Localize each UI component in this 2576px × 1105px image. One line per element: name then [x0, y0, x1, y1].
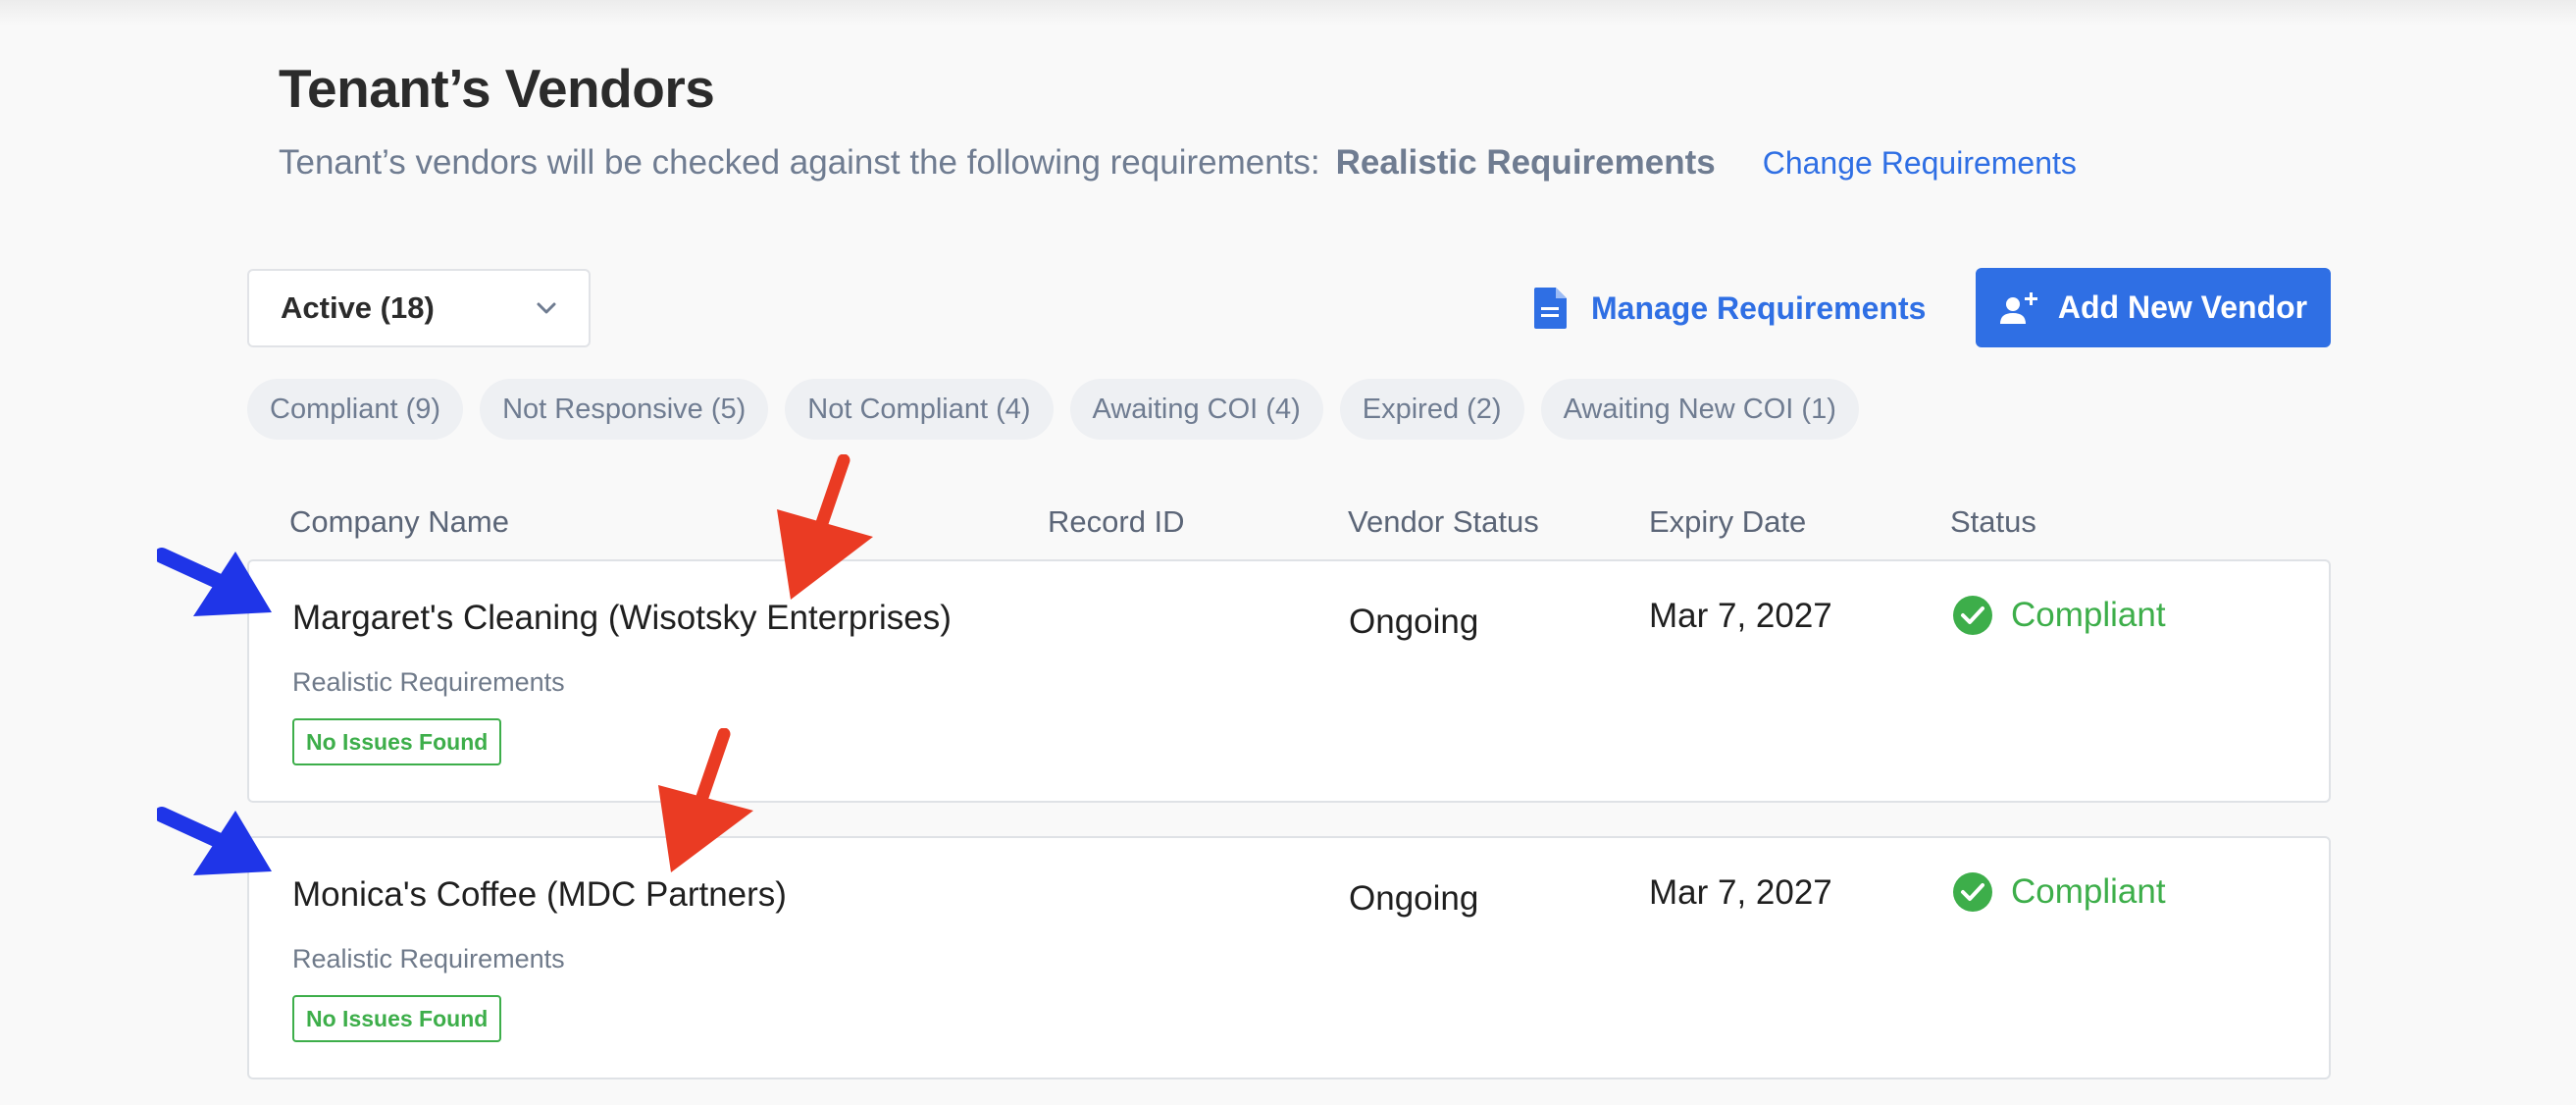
status-select-value: Active (18): [281, 290, 435, 325]
add-person-icon: [1999, 291, 2037, 324]
no-issues-badge: No Issues Found: [292, 995, 502, 1042]
vendor-requirements: Realistic Requirements: [292, 944, 565, 973]
blue-arrow-icon: [157, 807, 272, 875]
manage-requirements-button[interactable]: Manage Requirements: [1532, 283, 1926, 334]
compliance-status: Compliant: [1952, 871, 2166, 913]
page-title: Tenant’s Vendors: [279, 58, 715, 119]
status-select[interactable]: Active (18): [247, 269, 591, 347]
filter-chip-not-compliant[interactable]: Not Compliant (4): [785, 379, 1054, 440]
add-new-vendor-button[interactable]: Add New Vendor: [1976, 268, 2331, 347]
filter-chip-awaiting-coi[interactable]: Awaiting COI (4): [1069, 379, 1323, 440]
column-header-vendor-status[interactable]: Vendor Status: [1348, 504, 1539, 540]
status-label: Compliant: [2011, 596, 2166, 634]
manage-requirements-label: Manage Requirements: [1591, 289, 1927, 326]
change-requirements-link[interactable]: Change Requirements: [1763, 145, 2077, 182]
filter-chip-compliant[interactable]: Compliant (9): [247, 379, 464, 440]
requirements-subtitle: Tenant’s vendors will be checked against…: [279, 143, 2077, 183]
top-shadow: [0, 0, 2576, 26]
red-arrow-icon: [777, 454, 873, 600]
no-issues-badge: No Issues Found: [292, 718, 502, 765]
company-name[interactable]: Monica's Coffee (MDC Partners): [292, 875, 787, 915]
red-arrow-icon: [658, 728, 753, 872]
column-header-company-name[interactable]: Company Name: [289, 504, 509, 540]
column-header-expiry-date[interactable]: Expiry Date: [1649, 504, 1806, 540]
vendor-row[interactable]: Margaret's Cleaning (Wisotsky Enterprise…: [247, 559, 2331, 803]
check-circle-icon: [1953, 872, 1992, 912]
status-filter-chips: Compliant (9) Not Responsive (5) Not Com…: [247, 379, 1859, 440]
document-icon: [1534, 288, 1567, 329]
expiry-date: Mar 7, 2027: [1649, 873, 1832, 912]
expiry-date: Mar 7, 2027: [1649, 597, 1832, 635]
vendor-status: Ongoing: [1349, 879, 1479, 918]
filter-chip-not-responsive[interactable]: Not Responsive (5): [480, 379, 769, 440]
vendor-requirements: Realistic Requirements: [292, 667, 565, 697]
vendor-status: Ongoing: [1349, 603, 1479, 641]
requirement-name: Realistic Requirements: [1335, 143, 1716, 182]
filter-chip-expired[interactable]: Expired (2): [1339, 379, 1524, 440]
company-name[interactable]: Margaret's Cleaning (Wisotsky Enterprise…: [292, 599, 952, 638]
subtitle-text: Tenant’s vendors will be checked against…: [279, 143, 1320, 182]
column-header-record-id[interactable]: Record ID: [1048, 504, 1185, 540]
column-header-status[interactable]: Status: [1950, 504, 2036, 540]
chevron-down-icon: [537, 302, 556, 314]
vendor-row[interactable]: Monica's Coffee (MDC Partners) Realistic…: [247, 836, 2331, 1079]
check-circle-icon: [1953, 596, 1992, 635]
blue-arrow-icon: [157, 548, 272, 616]
add-new-vendor-label: Add New Vendor: [2057, 289, 2308, 325]
filter-chip-awaiting-new-coi[interactable]: Awaiting New COI (1): [1540, 379, 1859, 440]
status-label: Compliant: [2011, 872, 2166, 911]
compliance-status: Compliant: [1952, 595, 2166, 636]
